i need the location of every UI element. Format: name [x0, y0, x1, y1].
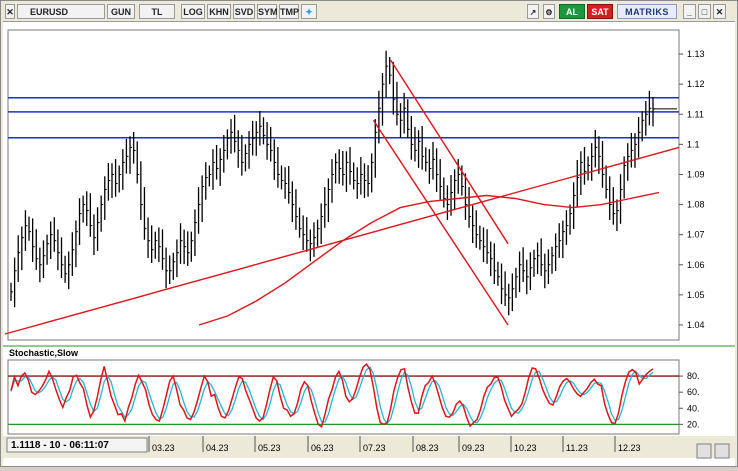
al-label: AL: [566, 7, 578, 17]
price-y-tick-label: 1.13: [687, 49, 705, 59]
maximize-icon[interactable]: □: [698, 4, 711, 19]
scroll-right-icon: [714, 443, 730, 459]
close-window-icon[interactable]: ✕: [713, 4, 726, 19]
price-y-tick-label: 1.1: [687, 139, 700, 149]
stoch-plot-border: [7, 359, 680, 435]
price-y-tick-label: 1.07: [687, 230, 705, 240]
time-tick-label: 08.23: [416, 443, 439, 453]
time-tick-label: 12.23: [618, 443, 641, 453]
chart-area[interactable]: 1.13 1.12 1.11 1.1 1.09 1.08 1.07 1.06 1.05 1.04 …: [3, 21, 735, 466]
tmp-button[interactable]: TMP: [279, 4, 299, 19]
minimize-icon[interactable]: _: [683, 4, 696, 19]
time-tick-label: 03.23: [152, 443, 175, 453]
price-y-tick-label: 1.09: [687, 169, 705, 179]
sat-button[interactable]: SAT: [587, 4, 613, 19]
stoch-y-tick-label: 60.: [687, 387, 700, 397]
stoch-y-tick-label: 80.: [687, 371, 700, 381]
sym-label: SYM: [258, 7, 278, 17]
svd-button[interactable]: SVD: [233, 4, 255, 19]
matriks-label: MATRIKS: [625, 7, 669, 17]
sym-button[interactable]: SYM: [257, 4, 278, 19]
stochastic-title: Stochastic,Slow: [9, 348, 79, 358]
sat-label: SAT: [591, 7, 609, 17]
khn-button[interactable]: KHN: [207, 4, 231, 19]
time-tick-label: 10.23: [514, 443, 537, 453]
tl-label: TL: [151, 7, 163, 17]
log-label: LOG: [183, 7, 203, 17]
close-icon[interactable]: ✕: [5, 4, 15, 19]
chart-icon[interactable]: ↗: [527, 4, 539, 19]
symbol-selector[interactable]: EURUSD: [17, 4, 105, 19]
stochastic-panel: 80. 60. 40. 20.: [3, 345, 735, 435]
symbol-label: EURUSD: [30, 7, 69, 17]
twitter-icon[interactable]: ✦: [301, 4, 317, 19]
chart-window: ✕ EURUSD GUN TL LOG KHN SVD SYM TMP ✦ ↗ …: [0, 0, 738, 467]
chart-toolbar: ✕ EURUSD GUN TL LOG KHN SVD SYM TMP ✦ ↗ …: [3, 3, 735, 21]
price-y-tick-label: 1.06: [687, 260, 705, 270]
time-tick-label: 05.23: [258, 443, 281, 453]
al-button[interactable]: AL: [559, 4, 585, 19]
settings-icon[interactable]: ⚙: [543, 4, 555, 19]
time-tick-label: 06.23: [311, 443, 334, 453]
tl-button[interactable]: TL: [139, 4, 175, 19]
price-y-tick-label: 1.12: [687, 79, 705, 89]
svd-label: SVD: [234, 7, 254, 17]
price-y-tick-label: 1.04: [687, 320, 705, 330]
khn-label: KHN: [209, 7, 229, 17]
price-y-tick-label: 1.11: [687, 109, 704, 119]
matriks-button[interactable]: MATRIKS: [617, 4, 677, 19]
time-tick-label: 11.23: [566, 443, 588, 453]
time-tick-label: 07.23: [363, 443, 386, 453]
status-readout: 1.1118 - 10 - 06:11:07: [11, 440, 109, 451]
chart-svg[interactable]: 1.131.121.111.11.091.081.071.061.051.04 …: [3, 22, 735, 466]
price-y-tick-label: 1.05: [687, 290, 705, 300]
refresh-icon: [696, 443, 712, 459]
price-y-tick-label: 1.08: [687, 200, 705, 210]
stoch-y-tick-label: 20.: [687, 419, 700, 429]
time-tick-label: 09.23: [462, 443, 485, 453]
gun-button[interactable]: GUN: [107, 4, 135, 19]
tmp-label: TMP: [280, 7, 299, 17]
stoch-y-tick-label: 40.: [687, 403, 700, 413]
log-button[interactable]: LOG: [181, 4, 205, 19]
price-panel: 1.13 1.12 1.11 1.1 1.09 1.08 1.07 1.06 1.05 1.04: [4, 29, 705, 341]
time-tick-label: 04.23: [206, 443, 229, 453]
gun-label: GUN: [111, 7, 131, 17]
